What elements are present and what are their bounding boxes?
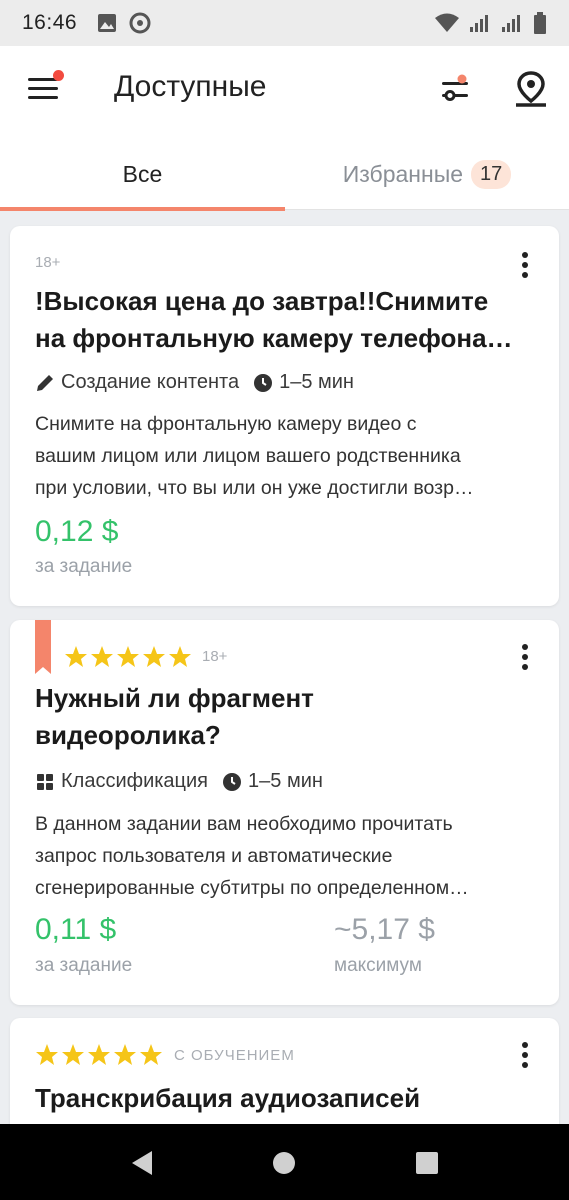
task-title: !Высокая цена до завтра!!Снимите на фрон… bbox=[35, 283, 535, 357]
kebab-dot bbox=[522, 1062, 528, 1068]
task-category: Классификация bbox=[61, 770, 209, 792]
task-meta: Классификация 1–5 мин bbox=[35, 770, 323, 793]
star-icon bbox=[169, 646, 191, 667]
task-title: Транскрибация аудиозаписей bbox=[35, 1083, 421, 1113]
battery-icon bbox=[534, 12, 546, 34]
task-description: Снимите на фронтальную камеру видео с ва… bbox=[35, 408, 535, 504]
star-icon bbox=[62, 1044, 84, 1065]
star-icon bbox=[114, 1044, 136, 1065]
star-icon bbox=[140, 1044, 162, 1065]
more-options-button[interactable] bbox=[513, 250, 537, 280]
task-title: Нужный ли фрагмент видеоролика? bbox=[35, 680, 535, 754]
more-options-button[interactable] bbox=[513, 642, 537, 672]
active-tab-indicator bbox=[0, 207, 285, 211]
more-options-button[interactable] bbox=[513, 1040, 537, 1070]
kebab-dot bbox=[522, 654, 528, 660]
task-title-line: !Высокая цена до завтра!!Снимите bbox=[35, 286, 489, 316]
price-label: за задание bbox=[35, 955, 133, 976]
max-price: ~5,17 $ bbox=[334, 913, 435, 946]
pencil-icon bbox=[37, 374, 53, 391]
kebab-dot bbox=[522, 272, 528, 278]
image-icon bbox=[98, 14, 117, 32]
kebab-dot bbox=[522, 1052, 528, 1058]
recent-apps-icon[interactable] bbox=[416, 1152, 438, 1174]
kebab-icon bbox=[522, 252, 528, 258]
description-line: при условии, что вы или он уже достигли … bbox=[35, 477, 474, 499]
description-line: сгенерированные субтитры по определенном… bbox=[35, 877, 469, 899]
tab-bar: Все Избранные 17 bbox=[0, 138, 569, 211]
tab-favorites-label: Избранные bbox=[342, 160, 464, 187]
clock-icon bbox=[254, 373, 273, 392]
app-bar: Доступные bbox=[0, 46, 569, 138]
kebab-icon bbox=[522, 1042, 528, 1048]
task-price: 0,11 $ bbox=[35, 913, 117, 946]
star-icon bbox=[117, 646, 139, 667]
description-line: запрос пользователя и автоматические bbox=[35, 845, 393, 867]
star-icon bbox=[91, 646, 113, 667]
star-icon bbox=[88, 1044, 110, 1065]
signal-icon-2 bbox=[502, 15, 520, 32]
wifi-icon bbox=[435, 13, 459, 32]
star-icon bbox=[143, 646, 165, 667]
tab-all[interactable]: Все bbox=[0, 138, 285, 211]
filter-icon[interactable] bbox=[440, 73, 472, 107]
task-duration: 1–5 мин bbox=[279, 371, 354, 393]
menu-icon-bar bbox=[28, 87, 58, 90]
tab-favorites[interactable]: Избранные 17 bbox=[285, 138, 569, 210]
kebab-icon bbox=[522, 644, 528, 650]
menu-button[interactable] bbox=[28, 70, 64, 106]
star-icon bbox=[36, 1044, 58, 1065]
menu-icon-bar bbox=[28, 96, 58, 99]
task-card[interactable]: С ОБУЧЕНИЕМ Транскрибация аудиозаписей bbox=[10, 1018, 559, 1138]
grid-icon bbox=[37, 773, 53, 790]
kebab-dot bbox=[522, 664, 528, 670]
description-line: вашим лицом или лицом вашего родственник… bbox=[35, 445, 461, 467]
task-card[interactable]: 18+ !Высокая цена до завтра!!Снимите на … bbox=[10, 226, 559, 606]
page-title: Доступные bbox=[114, 70, 267, 103]
task-card[interactable]: 18+ Нужный ли фрагмент видеоролика? Клас… bbox=[10, 620, 559, 1005]
task-category: Создание контента bbox=[61, 371, 240, 393]
task-meta: Создание контента 1–5 мин bbox=[35, 371, 354, 394]
tab-all-label: Все bbox=[122, 160, 163, 187]
status-bar: 16:46 bbox=[0, 0, 569, 46]
system-nav-bar bbox=[0, 1124, 569, 1200]
sync-icon bbox=[129, 12, 151, 34]
map-pin-icon[interactable] bbox=[514, 70, 548, 108]
kebab-dot bbox=[522, 262, 528, 268]
bookmark-ribbon-icon bbox=[35, 620, 51, 674]
signal-icon bbox=[470, 15, 488, 32]
rating-stars bbox=[64, 645, 192, 669]
task-title-line: видеоролика? bbox=[35, 720, 221, 750]
star-icon bbox=[65, 646, 87, 667]
age-badge: 18+ bbox=[202, 648, 228, 665]
price-label: за задание bbox=[35, 556, 133, 577]
favorites-count-badge: 17 bbox=[471, 159, 512, 189]
task-duration: 1–5 мин bbox=[248, 770, 323, 792]
training-tag: С ОБУЧЕНИЕМ bbox=[174, 1047, 295, 1064]
description-line: Снимите на фронтальную камеру видео с bbox=[35, 413, 417, 435]
notification-dot bbox=[53, 70, 64, 81]
task-title-line: Нужный ли фрагмент bbox=[35, 683, 314, 713]
status-time: 16:46 bbox=[22, 11, 78, 34]
task-title-line: на фронтальную камеру телефона… bbox=[35, 323, 513, 353]
max-price-label: максимум bbox=[334, 955, 422, 976]
rating-stars bbox=[35, 1043, 163, 1067]
clock-icon bbox=[223, 772, 242, 791]
back-icon[interactable] bbox=[130, 1150, 154, 1176]
task-description: В данном задании вам необходимо прочитат… bbox=[35, 808, 535, 904]
home-icon[interactable] bbox=[273, 1152, 295, 1174]
description-line: В данном задании вам необходимо прочитат… bbox=[35, 813, 453, 835]
age-badge: 18+ bbox=[35, 254, 61, 271]
task-price: 0,12 $ bbox=[35, 515, 119, 548]
